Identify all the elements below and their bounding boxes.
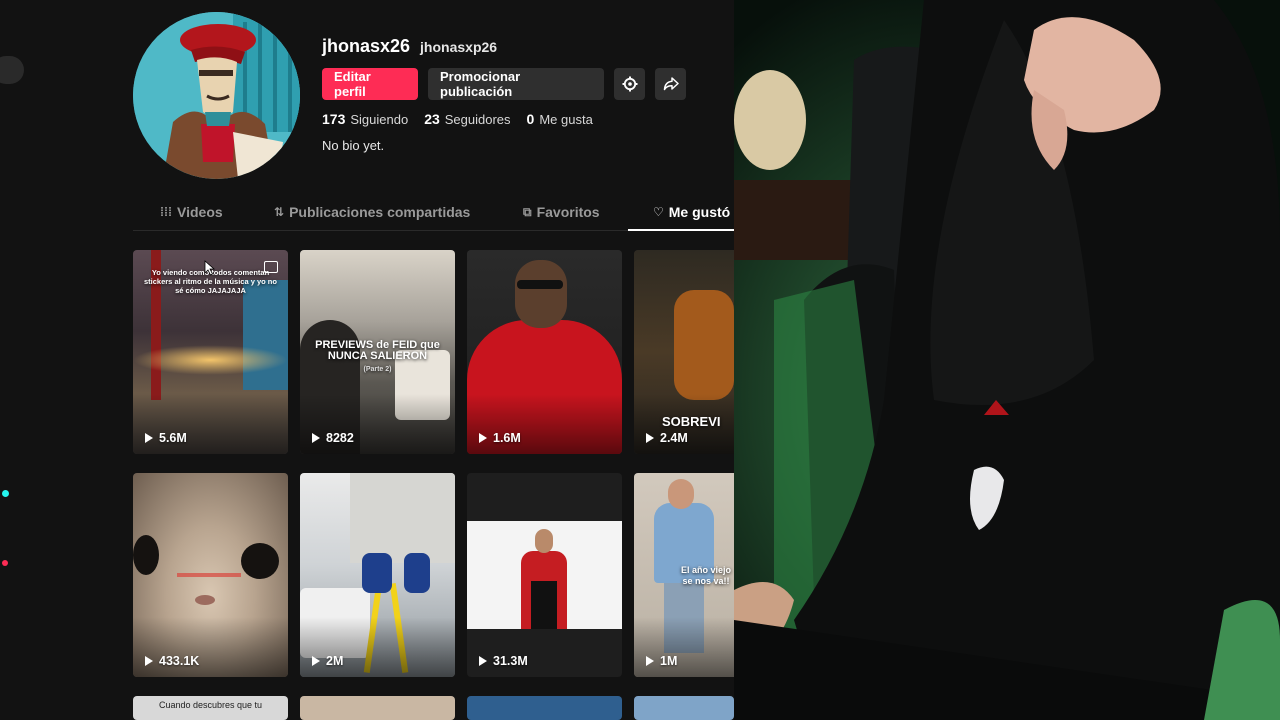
likes-label: Me gusta [539, 112, 593, 127]
video-card[interactable] [300, 696, 455, 720]
views-count: 433.1K [159, 654, 200, 668]
tab-liked[interactable]: ♡ Me gustó [653, 204, 730, 220]
play-icon [479, 656, 487, 666]
settings-button[interactable] [614, 68, 645, 100]
video-caption: PREVIEWS de FEID que NUNCA SALIERON [315, 339, 440, 362]
profile-tabs: ⁞⁞⁞ Videos ⇅ Publicaciones compartidas ⧉… [133, 196, 734, 231]
play-icon [646, 656, 654, 666]
thumbnail-shade [133, 394, 288, 454]
active-tab-underline [628, 229, 734, 231]
video-card[interactable]: Cuando descubres que tu [133, 696, 288, 720]
video-card[interactable]: 1.6M [467, 250, 622, 454]
avatar[interactable] [133, 12, 300, 179]
webcam-scene [734, 0, 1280, 720]
video-views: 8282 [312, 431, 354, 445]
avatar-image [133, 12, 300, 179]
stat-following[interactable]: 173 Siguiendo [322, 111, 408, 127]
views-count: 1.6M [493, 431, 521, 445]
tiktok-profile-panel: jhonasx26 jhonasxp26 Editar perfil Promo… [0, 0, 734, 720]
gear-icon [622, 76, 637, 92]
play-icon [145, 433, 153, 443]
username: jhonasx26 [322, 36, 411, 56]
nickname: jhonasxp26 [420, 39, 498, 55]
video-thumbnail [634, 696, 734, 720]
following-count: 173 [322, 111, 346, 127]
video-card[interactable] [634, 696, 734, 720]
video-views: 5.6M [145, 431, 187, 445]
video-views: 433.1K [145, 654, 199, 668]
webcam-feed [734, 0, 1280, 720]
video-card[interactable]: PREVIEWS de FEID que NUNCA SALIERON (Par… [300, 250, 455, 454]
video-views: 2M [312, 654, 343, 668]
heart-icon: ♡ [653, 205, 664, 219]
video-caption: El año viejo se nos va!! [680, 565, 731, 586]
stat-followers[interactable]: 23 Seguidores [424, 111, 510, 127]
play-icon [312, 433, 320, 443]
tab-favorites[interactable]: ⧉ Favoritos [523, 204, 600, 220]
video-views: 1M [646, 654, 677, 668]
play-icon [145, 656, 153, 666]
video-thumbnail [467, 521, 622, 629]
thumbnail-shade [133, 617, 288, 677]
thumbnail-shade [300, 617, 455, 677]
live-indicator-dot [2, 490, 9, 497]
video-views: 1.6M [479, 431, 521, 445]
views-count: 31.3M [493, 654, 528, 668]
sidebar-edge [0, 56, 24, 84]
video-card[interactable]: 2M [300, 473, 455, 677]
stat-likes: 0 Me gusta [527, 111, 593, 127]
video-card[interactable]: 31.3M [467, 473, 622, 677]
followers-count: 23 [424, 111, 440, 127]
tab-videos[interactable]: ⁞⁞⁞ Videos [160, 204, 223, 220]
views-count: 5.6M [159, 431, 187, 445]
video-subcaption: (Parte 2) [363, 366, 392, 373]
tab-videos-label: Videos [177, 204, 223, 220]
profile-header: jhonasx26 jhonasxp26 [322, 36, 497, 57]
views-count: 2.4M [660, 431, 688, 445]
video-caption: Cuando descubres que tu [158, 700, 263, 710]
notification-dot [2, 560, 8, 566]
tab-reposts-label: Publicaciones compartidas [289, 204, 471, 220]
edit-profile-button[interactable]: Editar perfil [322, 68, 418, 100]
tab-liked-label: Me gustó [668, 204, 731, 220]
following-label: Siguiendo [350, 112, 409, 127]
profile-stats: 173 Siguiendo 23 Seguidores 0 Me gusta [322, 111, 593, 127]
video-card[interactable]: SOBREVI 2.4M [634, 250, 734, 454]
video-thumbnail [467, 696, 622, 720]
share-icon [663, 77, 679, 91]
video-views: 2.4M [646, 431, 688, 445]
thumbnail-shade [467, 394, 622, 454]
repost-icon: ⇅ [274, 205, 285, 219]
video-thumbnail [300, 696, 455, 720]
views-count: 1M [660, 654, 678, 668]
promote-post-button[interactable]: Promocionar publicación [428, 68, 604, 100]
followers-label: Seguidores [444, 112, 511, 127]
video-card[interactable]: Yo viendo como todos comentan stickers a… [133, 250, 288, 454]
views-count: 2M [326, 654, 344, 668]
play-icon [479, 433, 487, 443]
tab-favorites-label: Favoritos [536, 204, 600, 220]
likes-count: 0 [526, 111, 535, 127]
thumbnail-shade [300, 394, 455, 454]
video-views: 31.3M [479, 654, 528, 668]
profile-bio: No bio yet. [322, 138, 385, 153]
play-icon [312, 656, 320, 666]
video-caption: SOBREVI [662, 414, 721, 429]
share-profile-button[interactable] [655, 68, 686, 100]
photo-mode-icon [264, 261, 278, 273]
play-icon [646, 433, 654, 443]
tab-reposts[interactable]: ⇅ Publicaciones compartidas [274, 204, 470, 220]
video-card[interactable] [467, 696, 622, 720]
video-card[interactable]: 433.1K [133, 473, 288, 677]
grid-icon: ⁞⁞⁞ [160, 205, 172, 219]
bookmark-icon: ⧉ [523, 204, 532, 219]
thumbnail-shade [634, 617, 734, 677]
views-count: 8282 [326, 431, 354, 445]
profile-actions: Editar perfil Promocionar publicación [322, 68, 686, 100]
mouse-cursor-icon [204, 260, 216, 276]
video-card[interactable]: El año viejo se nos va!! 1M [634, 473, 734, 677]
